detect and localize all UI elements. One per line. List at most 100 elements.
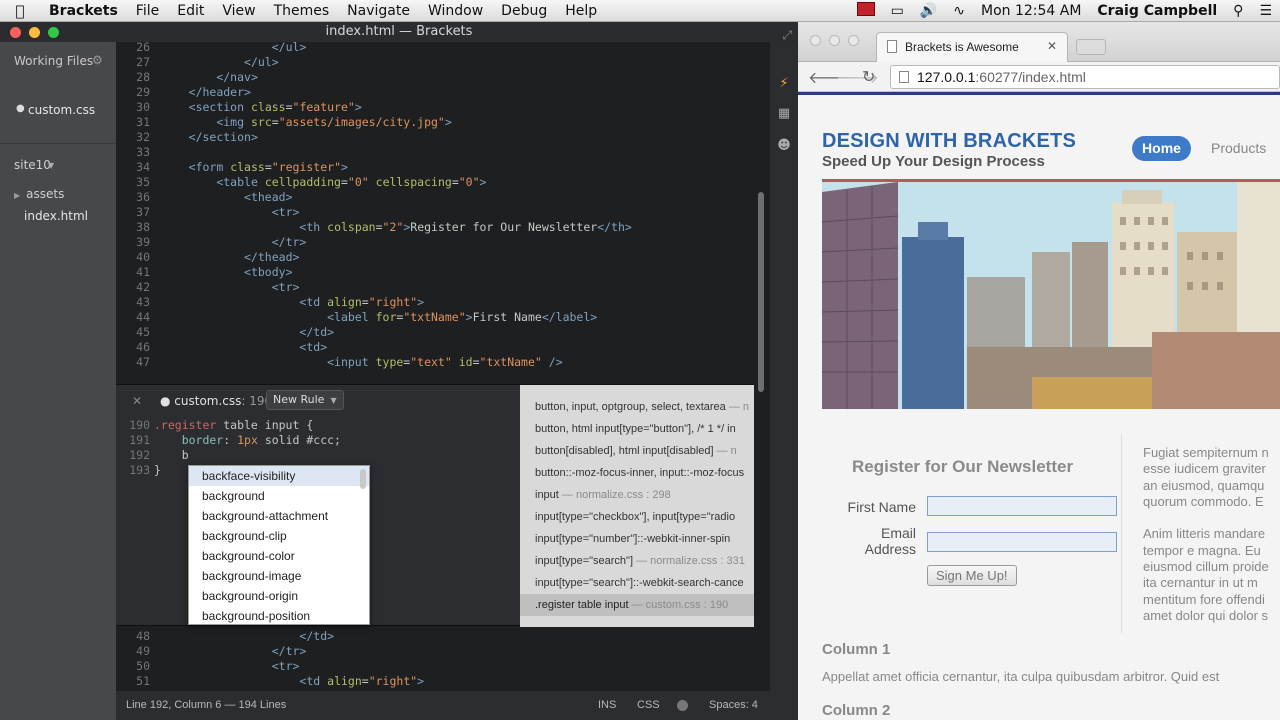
- code-line[interactable]: 192 b: [116, 448, 520, 463]
- code-line[interactable]: 27 </ul>: [116, 55, 756, 70]
- menu-help[interactable]: Help: [556, 3, 606, 19]
- rule-item[interactable]: input[type="number"]::-webkit-inner-spin: [520, 528, 754, 550]
- reload-icon[interactable]: ↻: [862, 67, 875, 86]
- lint-status-icon[interactable]: [677, 700, 688, 711]
- hint-item[interactable]: background: [189, 486, 369, 506]
- record-icon[interactable]: [849, 2, 883, 20]
- menu-file[interactable]: File: [127, 3, 168, 19]
- code-line[interactable]: 45 </td>: [116, 325, 756, 340]
- close-icon[interactable]: ✕: [132, 394, 142, 408]
- airplay-icon[interactable]: ▭: [883, 3, 912, 19]
- minimize-window-icon[interactable]: [829, 35, 840, 46]
- code-line[interactable]: 36 <thead>: [116, 190, 756, 205]
- working-file-item[interactable]: ● custom.css: [0, 103, 116, 123]
- close-window-icon[interactable]: [810, 35, 821, 46]
- chevron-down-icon[interactable]: ▼: [48, 161, 54, 170]
- zoom-window-icon[interactable]: [48, 27, 59, 38]
- new-rule-button[interactable]: New Rule ▼: [266, 390, 344, 410]
- code-line[interactable]: 31 <img src="assets/images/city.jpg">: [116, 115, 756, 130]
- volume-icon[interactable]: 🔊: [912, 3, 945, 19]
- live-preview-icon[interactable]: ⚡: [776, 76, 792, 92]
- language-mode[interactable]: CSS: [637, 699, 660, 711]
- zoom-window-icon[interactable]: [848, 35, 859, 46]
- code-line[interactable]: 43 <td align="right">: [116, 295, 756, 310]
- menu-navigate[interactable]: Navigate: [338, 3, 419, 19]
- hint-item[interactable]: backface-visibility: [189, 466, 369, 486]
- hint-item[interactable]: background-image: [189, 566, 369, 586]
- tree-folder-assets[interactable]: ▶ assets: [14, 187, 64, 201]
- extension-icon[interactable]: ☻: [776, 138, 792, 154]
- code-line[interactable]: 26 </ul>: [116, 40, 756, 55]
- menu-edit[interactable]: Edit: [168, 3, 213, 19]
- hint-item[interactable]: background-clip: [189, 526, 369, 546]
- code-line[interactable]: 46 <td>: [116, 340, 756, 355]
- code-line[interactable]: 47 <input type="text" id="txtName" />: [116, 355, 756, 370]
- code-line[interactable]: 40 </thead>: [116, 250, 756, 265]
- tree-file-index[interactable]: index.html: [24, 209, 88, 223]
- code-editor[interactable]: 26 </ul> 27 </ul> 28 </nav> 29 </header> 30 …: [116, 40, 770, 720]
- code-line[interactable]: 41 <tbody>: [116, 265, 756, 280]
- menu-window[interactable]: Window: [419, 3, 492, 19]
- code-line[interactable]: 32 </section>: [116, 130, 756, 145]
- new-tab-button[interactable]: [1076, 39, 1106, 55]
- menu-themes[interactable]: Themes: [265, 3, 339, 19]
- code-line[interactable]: 42 <tr>: [116, 280, 756, 295]
- rule-item[interactable]: input[type="checkbox"], input[type="radi…: [520, 506, 754, 528]
- code-line[interactable]: 48 </td>: [116, 629, 756, 644]
- rule-item[interactable]: input[type="search"] — normalize.css : 3…: [520, 550, 754, 572]
- editor-scrollbar[interactable]: [758, 192, 764, 392]
- code-line[interactable]: 29 </header>: [116, 85, 756, 100]
- code-line[interactable]: 49 </tr>: [116, 644, 756, 659]
- inline-file-title[interactable]: ● custom.css: 190: [160, 394, 272, 408]
- code-line[interactable]: 51 <td align="right">: [116, 674, 756, 689]
- hint-item[interactable]: background-attachment: [189, 506, 369, 526]
- spotlight-search-icon[interactable]: ⚲: [1225, 3, 1251, 19]
- code-line[interactable]: 191 border: 1px solid #ccc;: [116, 433, 520, 448]
- code-top-region[interactable]: 26 </ul> 27 </ul> 28 </nav> 29 </header> 30 …: [116, 40, 756, 370]
- folder-expand-icon[interactable]: ▶: [14, 191, 20, 200]
- email-field[interactable]: [927, 532, 1117, 552]
- hint-item[interactable]: background-origin: [189, 586, 369, 606]
- minimize-window-icon[interactable]: [29, 27, 40, 38]
- code-line[interactable]: 38 <th colspan="2">Register for Our News…: [116, 220, 756, 235]
- gear-icon[interactable]: ⚙: [92, 53, 103, 67]
- nav-home-link[interactable]: Home: [1132, 136, 1191, 161]
- first-name-field[interactable]: [927, 496, 1117, 516]
- wifi-icon[interactable]: ∿: [945, 3, 973, 19]
- code-line[interactable]: 30 <section class="feature">: [116, 100, 756, 115]
- code-line[interactable]: 44 <label for="txtName">First Name</labe…: [116, 310, 756, 325]
- hint-item[interactable]: background-position: [189, 606, 369, 624]
- notification-list-icon[interactable]: ☰: [1251, 3, 1280, 19]
- code-line[interactable]: 190 .register table input {: [116, 418, 520, 433]
- signup-button[interactable]: Sign Me Up!: [927, 565, 1017, 586]
- code-line[interactable]: 39 </tr>: [116, 235, 756, 250]
- nav-products-link[interactable]: Products: [1211, 140, 1266, 156]
- code-line[interactable]: 50 <tr>: [116, 659, 756, 674]
- hint-item[interactable]: background-color: [189, 546, 369, 566]
- clock[interactable]: Mon 12:54 AM: [973, 3, 1089, 19]
- indent-setting[interactable]: Spaces: 4: [709, 699, 758, 711]
- code-line[interactable]: 33: [116, 145, 756, 160]
- user-name[interactable]: Craig Campbell: [1089, 3, 1225, 19]
- project-dropdown[interactable]: site10: [14, 158, 51, 172]
- code-line[interactable]: 34 <form class="register">: [116, 160, 756, 175]
- rule-item[interactable]: input[type="search"]::-webkit-search-can…: [520, 572, 754, 594]
- rule-item[interactable]: button, input, optgroup, select, textare…: [520, 396, 754, 418]
- rule-item[interactable]: .register table input — custom.css : 190: [520, 594, 754, 616]
- menu-app-brackets[interactable]: Brackets: [40, 3, 127, 19]
- address-bar[interactable]: 127.0.0.1:60277/index.html: [890, 65, 1280, 89]
- menu-view[interactable]: View: [213, 3, 264, 19]
- close-window-icon[interactable]: [10, 27, 21, 38]
- rule-item[interactable]: button[disabled], html input[disabled] —…: [520, 440, 754, 462]
- insert-mode[interactable]: INS: [598, 699, 616, 711]
- extension-manager-icon[interactable]: ▦: [776, 106, 792, 122]
- apple-menu-icon[interactable]: : [0, 2, 40, 20]
- close-icon[interactable]: ✕: [1047, 39, 1057, 53]
- rule-item[interactable]: button::-moz-focus-inner, input::-moz-fo…: [520, 462, 754, 484]
- hint-scrollbar[interactable]: [360, 469, 366, 489]
- code-line[interactable]: 28 </nav>: [116, 70, 756, 85]
- menu-debug[interactable]: Debug: [492, 3, 556, 19]
- code-line[interactable]: 35 <table cellpadding="0" cellspacing="0…: [116, 175, 756, 190]
- browser-tab[interactable]: Brackets is Awesome ✕: [876, 32, 1068, 62]
- rule-item[interactable]: button, html input[type="button"], /* 1 …: [520, 418, 754, 440]
